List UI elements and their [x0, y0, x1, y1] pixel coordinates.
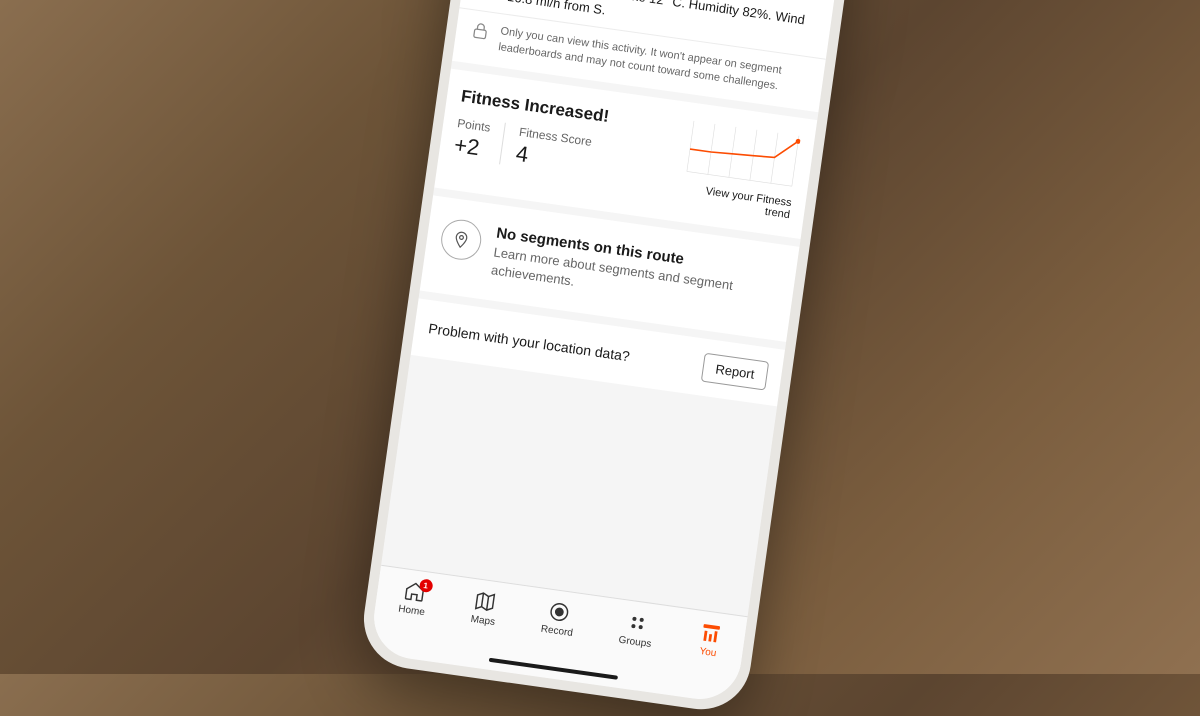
phone-frame: View with Lauren S Windy, 12 °C. [357, 0, 856, 716]
tab-home-label: Home [398, 604, 426, 619]
record-icon [547, 600, 572, 625]
maps-icon [473, 589, 498, 614]
points-value: +2 [452, 132, 489, 162]
tab-groups-label: Groups [618, 635, 652, 650]
fitness-trend-link[interactable]: View your Fitness trend [680, 182, 792, 221]
fitness-chart: View your Fitness trend [680, 119, 801, 221]
tab-home[interactable]: 1 Home [398, 579, 429, 618]
tab-record[interactable]: Record [540, 599, 577, 639]
phone-screen: View with Lauren S Windy, 12 °C. [369, 0, 845, 704]
tab-record-label: Record [540, 624, 573, 639]
groups-icon [625, 611, 650, 636]
home-icon: 1 [402, 579, 427, 604]
tab-you[interactable]: You [696, 621, 723, 660]
tab-maps[interactable]: Maps [470, 589, 499, 628]
pin-icon [439, 217, 484, 262]
lock-icon [468, 20, 491, 48]
you-icon [698, 621, 723, 646]
report-button[interactable]: Report [701, 352, 769, 390]
tab-maps-label: Maps [470, 614, 496, 628]
scroll-content[interactable]: View with Lauren S Windy, 12 °C. [381, 0, 845, 616]
tab-groups[interactable]: Groups [618, 610, 655, 650]
tab-you-label: You [699, 646, 717, 659]
location-question: Problem with your location data? [427, 320, 630, 364]
